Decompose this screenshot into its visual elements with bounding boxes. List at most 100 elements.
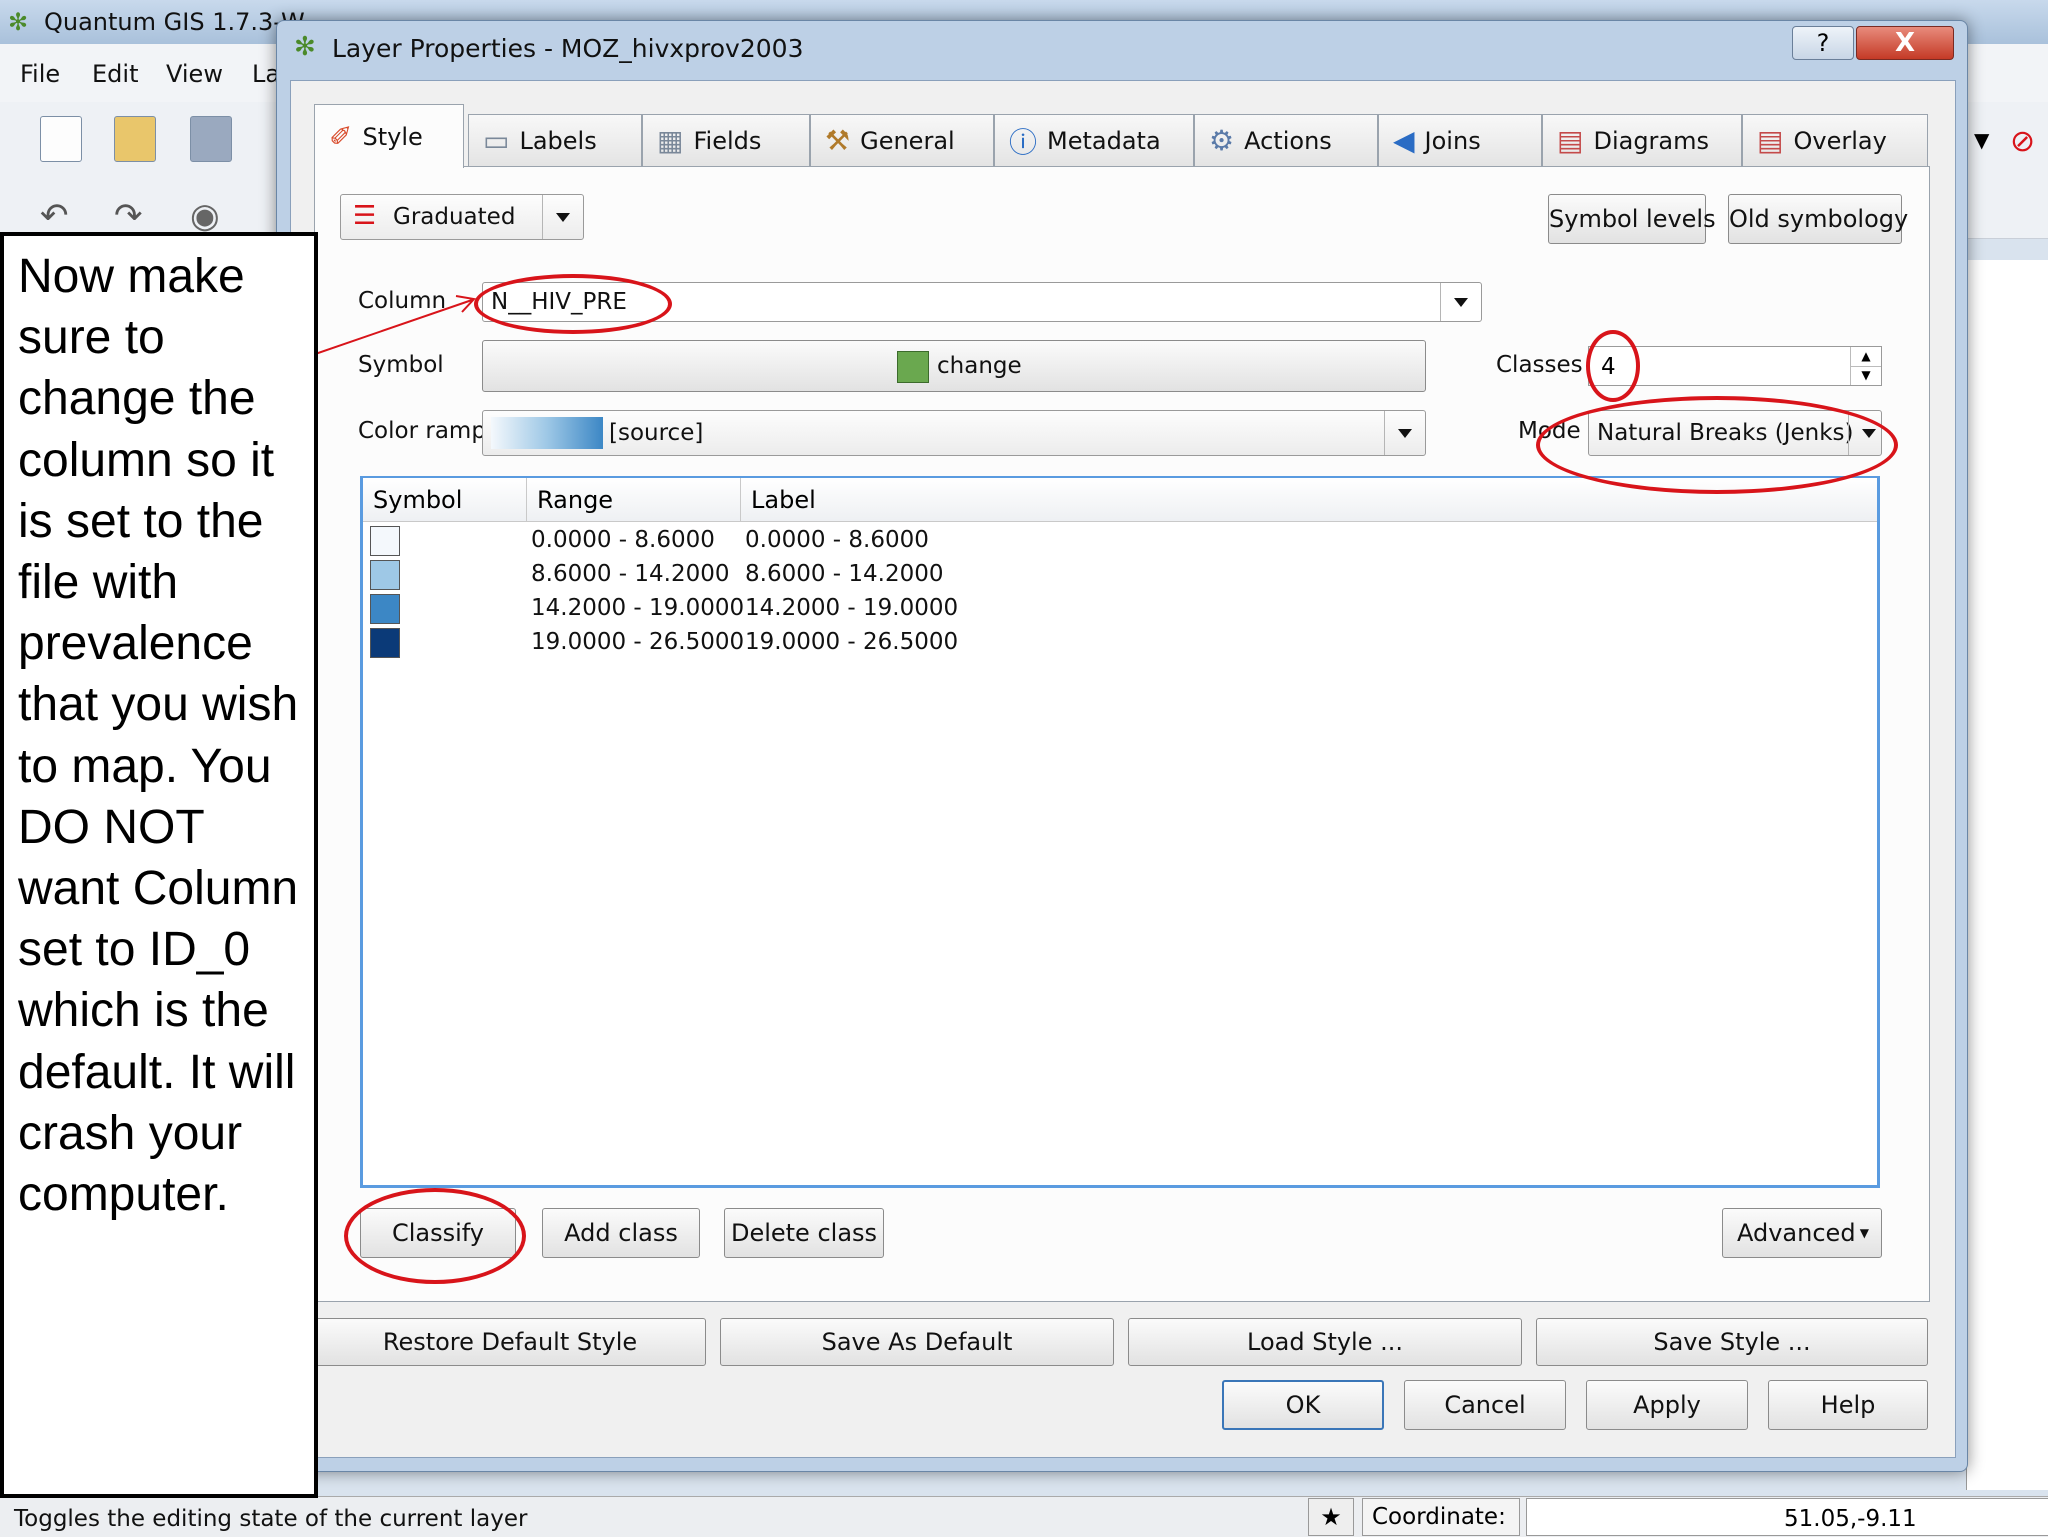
chevron-down-icon	[1384, 411, 1425, 455]
overlay-icon: ▤	[1757, 124, 1784, 157]
apply-button[interactable]: Apply	[1586, 1380, 1748, 1430]
restore-default-style-button[interactable]: Restore Default Style	[314, 1318, 706, 1366]
highlight-column-circle	[474, 274, 672, 334]
save-as-default-button[interactable]: Save As Default	[720, 1318, 1114, 1366]
spin-up-icon[interactable]: ▲	[1850, 347, 1881, 367]
row-label: 0.0000 - 8.6000	[745, 527, 929, 553]
row-range: 0.0000 - 8.6000	[531, 527, 715, 553]
label-icon: ▭	[483, 124, 510, 157]
color-ramp-value: [source]	[609, 420, 704, 446]
tab-general[interactable]: ⚒ General	[810, 114, 994, 166]
table-row[interactable]: 0.0000 - 8.6000 0.0000 - 8.6000	[363, 524, 1877, 558]
table-row[interactable]: 19.0000 - 26.5000 19.0000 - 26.5000	[363, 626, 1877, 660]
tab-overlay-label: Overlay	[1793, 126, 1887, 155]
symbol-levels-button[interactable]: Symbol levels	[1548, 194, 1716, 244]
tab-joins[interactable]: ◀ Joins	[1378, 114, 1542, 166]
chevron-down-icon	[1440, 283, 1481, 321]
highlight-classes-circle	[1586, 330, 1640, 402]
header-range[interactable]: Range	[527, 478, 741, 522]
color-ramp-label: Color ramp	[358, 418, 486, 444]
classes-label: Classes	[1496, 352, 1583, 378]
row-range: 8.6000 - 14.2000	[531, 561, 730, 587]
row-label: 8.6000 - 14.2000	[745, 561, 944, 587]
qgis-logo-icon: ✻	[8, 8, 29, 36]
cancel-button[interactable]: Cancel	[1404, 1380, 1566, 1430]
tab-style-label: Style	[362, 122, 423, 151]
header-symbol[interactable]: Symbol	[363, 478, 527, 522]
digitize-icon[interactable]: ◉	[190, 196, 220, 236]
tab-diagrams[interactable]: ▤ Diagrams	[1542, 114, 1742, 166]
highlight-classify-circle	[344, 1188, 526, 1284]
ok-button[interactable]: OK	[1222, 1380, 1384, 1430]
add-class-button[interactable]: Add class	[542, 1208, 700, 1258]
color-ramp-preview	[491, 417, 603, 449]
chevron-down-icon	[542, 195, 583, 239]
toolbar-overflow-icon[interactable]: ▼	[1974, 128, 1989, 152]
tab-fields-label: Fields	[693, 126, 762, 155]
coordinate-toggle-icon[interactable]: ★	[1308, 1498, 1354, 1536]
annotation-text: Now make sure to change the column so it…	[18, 250, 299, 1222]
tab-actions[interactable]: ⚙ Actions	[1194, 114, 1378, 166]
tab-diagrams-label: Diagrams	[1593, 126, 1710, 155]
tab-style[interactable]: ✐ Style	[314, 104, 464, 168]
join-icon: ◀	[1393, 124, 1415, 157]
row-symbol-swatch	[370, 560, 400, 590]
tab-metadata-label: Metadata	[1047, 126, 1161, 155]
tab-joins-label: Joins	[1424, 126, 1481, 155]
help-button[interactable]: Help	[1768, 1380, 1928, 1430]
advanced-button[interactable]: Advanced ▼	[1722, 1208, 1882, 1258]
redo-icon[interactable]: ↷	[114, 196, 143, 236]
main-window-title: Quantum GIS 1.7.3-W	[44, 8, 305, 36]
row-range: 19.0000 - 26.5000	[531, 629, 745, 655]
row-label: 19.0000 - 26.5000	[745, 629, 959, 655]
delete-class-button[interactable]: Delete class	[724, 1208, 884, 1258]
menu-file[interactable]: File	[20, 60, 60, 88]
old-symbology-button[interactable]: Old symbology	[1728, 194, 1908, 244]
tools-icon: ⚒	[825, 124, 851, 157]
coordinate-label: Coordinate:	[1372, 1504, 1506, 1530]
row-symbol-swatch	[370, 594, 400, 624]
new-project-icon[interactable]	[40, 116, 82, 162]
dialog-help-button[interactable]: ?	[1792, 26, 1854, 60]
diagram-icon: ▤	[1557, 124, 1584, 157]
row-symbol-swatch	[370, 526, 400, 556]
highlight-mode-circle	[1536, 396, 1898, 494]
graduated-icon: ☰	[353, 201, 377, 231]
table-row[interactable]: 8.6000 - 14.2000 8.6000 - 14.2000	[363, 558, 1877, 592]
paint-brush-icon: ✐	[329, 120, 353, 153]
row-range: 14.2000 - 19.0000	[531, 595, 745, 621]
tab-metadata[interactable]: ⓘ Metadata	[994, 114, 1194, 166]
info-icon: ⓘ	[1009, 125, 1038, 159]
load-style-button[interactable]: Load Style ...	[1128, 1318, 1522, 1366]
symbol-swatch	[897, 351, 929, 383]
save-project-icon[interactable]	[190, 116, 232, 162]
undo-icon[interactable]: ↶	[40, 196, 69, 236]
status-message: Toggles the editing state of the current…	[14, 1506, 528, 1532]
save-style-button[interactable]: Save Style ...	[1536, 1318, 1928, 1366]
symbol-button[interactable]: change	[482, 340, 1426, 392]
tab-general-label: General	[860, 126, 955, 155]
table-icon: ▦	[657, 124, 684, 157]
table-row[interactable]: 14.2000 - 19.0000 14.2000 - 19.0000	[363, 592, 1877, 626]
spin-down-icon[interactable]: ▼	[1850, 366, 1881, 385]
tab-labels[interactable]: ▭ Labels	[468, 114, 642, 166]
coordinate-value: 51.05,-9.11	[1784, 1506, 1917, 1532]
renderer-type-value: Graduated	[393, 204, 516, 230]
color-ramp-combo[interactable]: [source]	[482, 410, 1426, 456]
qgis-logo-icon: ✻	[294, 32, 316, 62]
symbol-value: change	[937, 353, 1022, 379]
row-symbol-swatch	[370, 628, 400, 658]
menu-view[interactable]: View	[166, 60, 223, 88]
tab-labels-label: Labels	[519, 126, 597, 155]
toolbar-plugin-icon[interactable]: ⊘	[2010, 124, 2035, 159]
row-label: 14.2000 - 19.0000	[745, 595, 959, 621]
tab-overlay[interactable]: ▤ Overlay	[1742, 114, 1928, 166]
advanced-label: Advanced	[1737, 1219, 1856, 1247]
dialog-close-button[interactable]: X	[1856, 26, 1954, 60]
map-canvas[interactable]	[1966, 260, 2048, 1490]
tab-actions-label: Actions	[1244, 126, 1332, 155]
tab-fields[interactable]: ▦ Fields	[642, 114, 810, 166]
renderer-type-combo[interactable]: ☰ Graduated	[340, 194, 584, 240]
open-project-icon[interactable]	[114, 116, 156, 162]
menu-edit[interactable]: Edit	[92, 60, 138, 88]
